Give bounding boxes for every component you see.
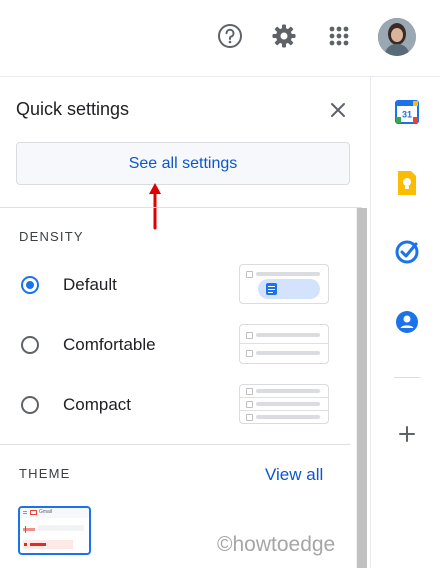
density-compact-radio[interactable] (21, 396, 39, 414)
theme-thumbnail[interactable]: Gmail (18, 506, 91, 555)
density-comfortable-preview (239, 324, 329, 364)
close-icon[interactable] (326, 98, 350, 122)
density-heading: DENSITY (19, 229, 84, 244)
calendar-day: 31 (402, 110, 412, 120)
panel-title: Quick settings (16, 99, 130, 119)
calendar-icon[interactable]: 31 (394, 99, 420, 125)
apps-grid-icon[interactable] (321, 18, 357, 54)
help-icon[interactable] (212, 18, 248, 54)
density-default-preview (239, 264, 329, 304)
density-compact-label[interactable]: Compact (63, 395, 131, 415)
see-all-settings-button[interactable]: See all settings (16, 142, 350, 185)
side-panel-divider (370, 76, 371, 568)
watermark: ©howtoedge (217, 533, 336, 556)
top-bar (0, 0, 440, 77)
density-comfortable-label[interactable]: Comfortable (63, 335, 156, 355)
theme-heading: THEME (19, 466, 71, 481)
density-default-label[interactable]: Default (63, 275, 117, 295)
add-icon[interactable] (394, 421, 420, 447)
scrollbar-thumb[interactable] (357, 208, 367, 568)
account-avatar[interactable] (378, 18, 416, 56)
density-default-radio[interactable] (21, 276, 39, 294)
density-comfortable-radio[interactable] (21, 336, 39, 354)
section-divider (0, 207, 362, 208)
theme-thumb-label: Gmail (39, 509, 53, 515)
section-divider (0, 444, 350, 445)
tasks-icon[interactable] (394, 239, 420, 265)
annotation-arrow-icon (149, 183, 161, 230)
density-compact-preview (239, 384, 329, 424)
settings-gear-icon[interactable] (266, 18, 302, 54)
gmail-logo-icon (30, 510, 37, 515)
keep-icon[interactable] (394, 170, 420, 196)
view-all-themes-link[interactable]: View all (265, 465, 323, 485)
contacts-icon[interactable] (394, 309, 420, 335)
side-panel-separator (394, 377, 420, 378)
